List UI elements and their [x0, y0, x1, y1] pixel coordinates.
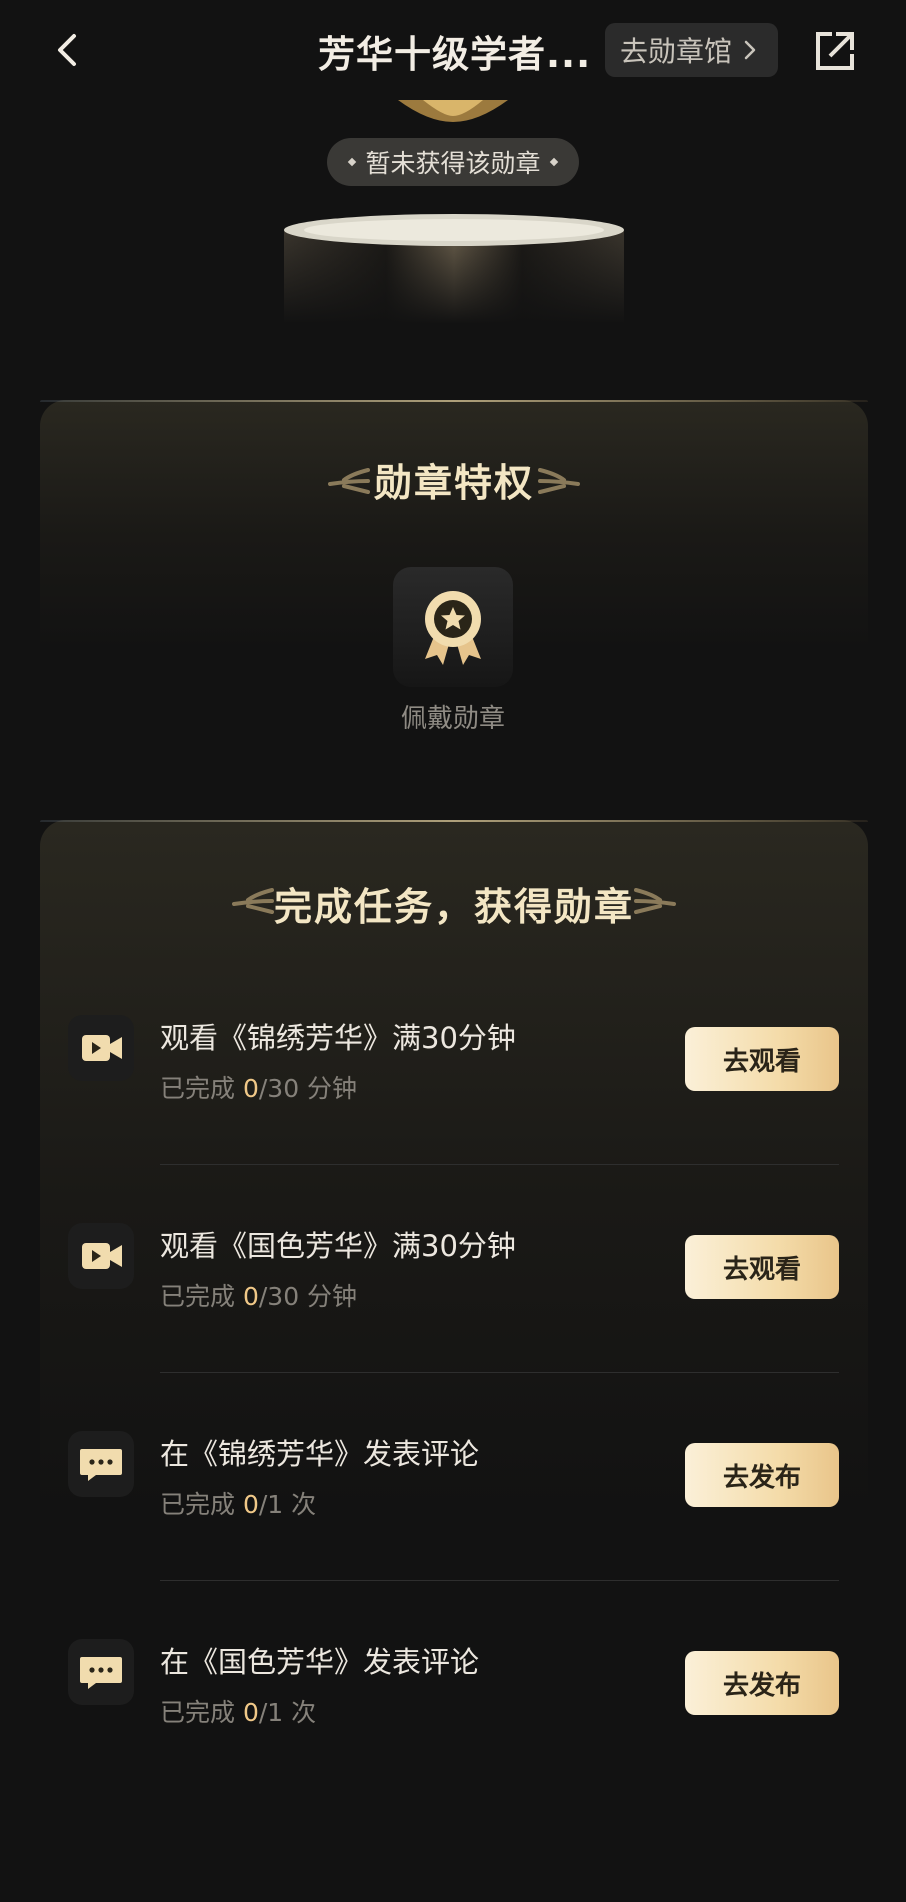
task-item: 在《锦绣芳华》发表评论 已完成 0/1 次 去发布 — [0, 1431, 906, 1561]
progress-prefix: 已完成 — [160, 1490, 243, 1519]
medal-pedestal — [284, 214, 624, 324]
privilege-title: 勋章特权 — [373, 461, 534, 505]
progress-total: /1 次 — [258, 1490, 317, 1519]
top-bar: 芳华十级学者... 去勋章馆 — [0, 0, 906, 100]
go-watch-button[interactable]: 去观看 — [685, 1027, 839, 1091]
progress-prefix: 已完成 — [160, 1698, 243, 1727]
medal-hall-label: 去勋章馆 — [620, 35, 733, 68]
wear-medal-privilege[interactable] — [393, 567, 513, 687]
share-external-icon — [816, 32, 854, 70]
progress-prefix: 已完成 — [160, 1074, 243, 1103]
divider — [160, 1164, 839, 1165]
go-post-button[interactable]: 去发布 — [685, 1443, 839, 1507]
progress-prefix: 已完成 — [160, 1282, 243, 1311]
divider — [160, 1580, 839, 1581]
progress-total: /1 次 — [258, 1698, 317, 1727]
task-progress: 已完成 0/1 次 — [160, 1693, 316, 1729]
comment-bubble-icon — [80, 1449, 122, 1481]
go-watch-button[interactable]: 去观看 — [685, 1235, 839, 1299]
task-item: 观看《锦绣芳华》满30分钟 已完成 0/30 分钟 去观看 — [0, 1015, 906, 1145]
progress-total: /30 分钟 — [258, 1074, 358, 1103]
back-button[interactable] — [50, 28, 90, 72]
task-progress: 已完成 0/30 分钟 — [160, 1277, 357, 1313]
task-icon-container — [68, 1639, 134, 1705]
task-name: 在《国色芳华》发表评论 — [160, 1645, 480, 1679]
task-progress: 已完成 0/1 次 — [160, 1485, 316, 1521]
task-icon-container — [68, 1223, 134, 1289]
right-flourish-icon — [634, 888, 676, 914]
task-icon-container — [68, 1015, 134, 1081]
task-section-title: 完成任务，获得勋章 — [273, 885, 634, 929]
medal-status-text: 暂未获得该勋章 — [365, 149, 541, 178]
medal-status-badge: 暂未获得该勋章 — [327, 138, 579, 186]
diamond-dot-icon — [549, 157, 558, 167]
wear-medal-label: 佩戴勋章 — [400, 704, 505, 734]
divider — [160, 1372, 839, 1373]
task-progress: 已完成 0/30 分钟 — [160, 1069, 357, 1105]
chevron-right-icon — [744, 40, 756, 60]
progress-total: /30 分钟 — [258, 1282, 358, 1311]
task-name: 在《锦绣芳华》发表评论 — [160, 1437, 480, 1471]
medal-image — [398, 100, 508, 122]
go-post-button[interactable]: 去发布 — [685, 1651, 839, 1715]
page-title: 芳华十级学者... — [318, 33, 592, 76]
task-item: 观看《国色芳华》满30分钟 已完成 0/30 分钟 去观看 — [0, 1223, 906, 1353]
video-camera-icon — [82, 1035, 122, 1061]
progress-done: 0 — [242, 1074, 259, 1103]
task-icon-container — [68, 1431, 134, 1497]
progress-done: 0 — [242, 1698, 259, 1727]
comment-bubble-icon — [80, 1657, 122, 1689]
progress-done: 0 — [242, 1490, 259, 1519]
task-name: 观看《国色芳华》满30分钟 — [160, 1229, 516, 1263]
video-camera-icon — [82, 1243, 122, 1269]
medal-hall-button[interactable]: 去勋章馆 — [605, 23, 778, 77]
task-name: 观看《锦绣芳华》满30分钟 — [160, 1021, 516, 1055]
right-flourish-icon — [538, 468, 580, 494]
diamond-dot-icon — [348, 157, 357, 167]
chevron-left-icon — [58, 34, 76, 66]
share-button[interactable] — [812, 28, 858, 74]
task-item: 在《国色芳华》发表评论 已完成 0/1 次 去发布 — [0, 1639, 906, 1769]
ribbon-medal-icon — [425, 591, 481, 665]
progress-done: 0 — [242, 1282, 259, 1311]
